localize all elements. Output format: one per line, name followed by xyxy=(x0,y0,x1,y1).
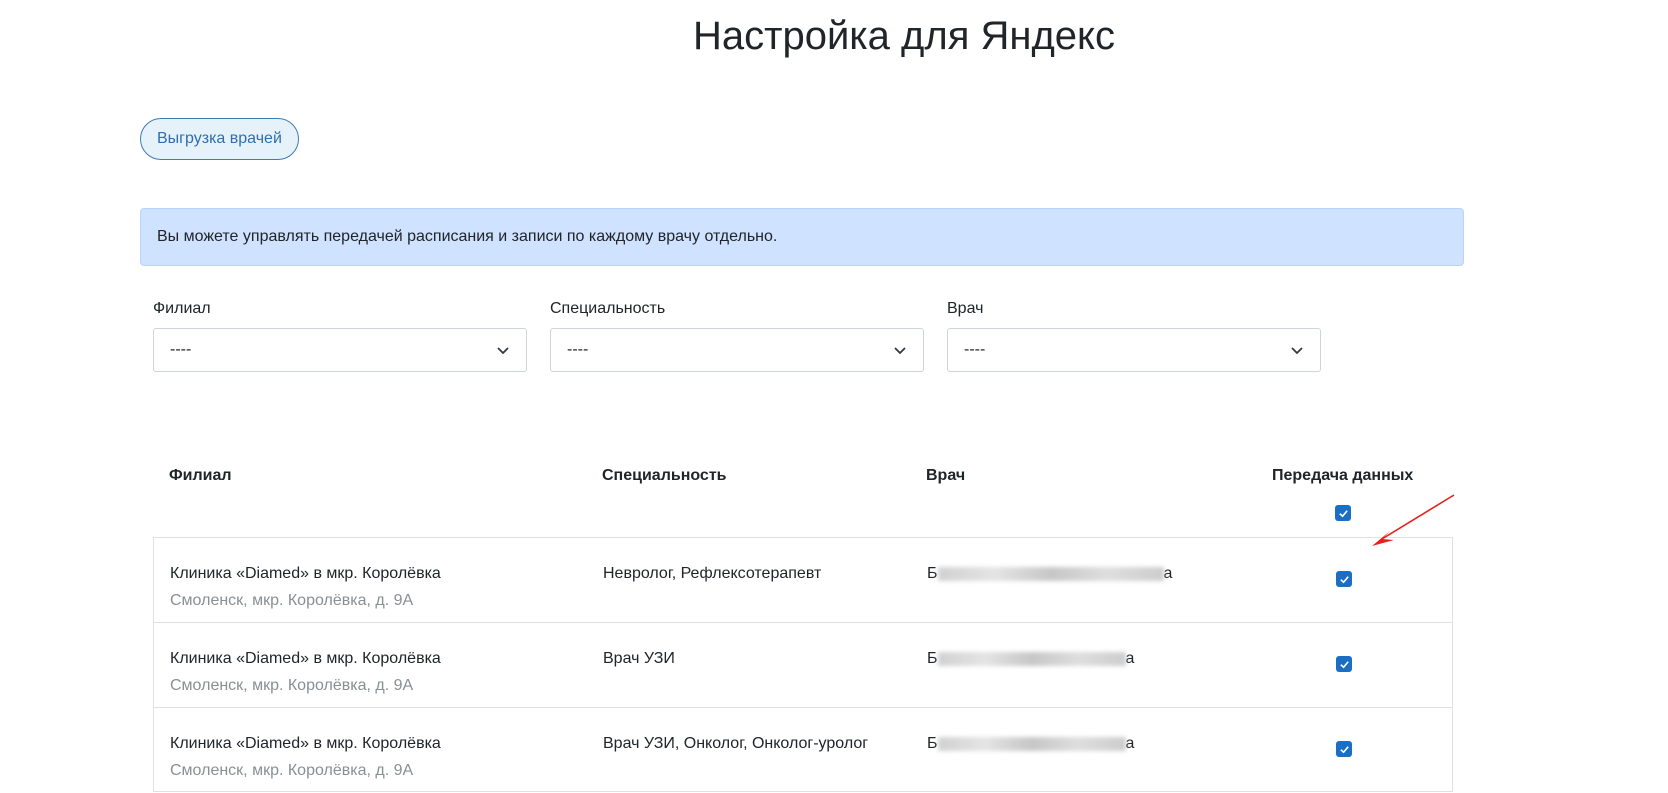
specialty-cell: Врач УЗИ xyxy=(603,650,675,667)
red-arrow-icon xyxy=(1372,494,1455,546)
check-icon xyxy=(1339,745,1349,753)
table-row: Клиника «Diamed» в мкр. Королёвка Смолен… xyxy=(153,707,1453,792)
filter-doctor: Врач ---- xyxy=(947,300,1321,372)
select-all-checkbox[interactable] xyxy=(1335,505,1351,521)
chevron-down-icon xyxy=(894,347,906,355)
data-transfer-checkbox[interactable] xyxy=(1336,656,1352,672)
specialty-cell: Врач УЗИ, Онколог, Онколог-уролог xyxy=(603,735,869,752)
doctor-name-start: Б xyxy=(927,650,938,667)
branch-address: Смоленск, мкр. Королёвка, д. 9А xyxy=(170,592,414,609)
table-header: Филиал Специальность Врач Передача данны… xyxy=(153,455,1453,537)
specialty-select-value: ---- xyxy=(567,341,589,358)
filter-specialty-label: Специальность xyxy=(550,300,666,317)
filter-branch: Филиал ---- xyxy=(153,300,527,372)
info-alert: Вы можете управлять передачей расписания… xyxy=(140,208,1464,266)
column-header-doctor: Врач xyxy=(926,467,966,484)
export-doctors-button[interactable]: Выгрузка врачей xyxy=(140,118,299,160)
data-transfer-checkbox[interactable] xyxy=(1336,741,1352,757)
branch-cell: Клиника «Diamed» в мкр. Королёвка Смолен… xyxy=(170,735,441,780)
branch-name: Клиника «Diamed» в мкр. Королёвка xyxy=(170,565,441,582)
branch-address: Смоленск, мкр. Королёвка, д. 9А xyxy=(170,677,414,694)
chevron-down-icon xyxy=(1291,347,1303,355)
doctor-name-end: а xyxy=(1125,650,1135,667)
branch-name: Клиника «Diamed» в мкр. Королёвка xyxy=(170,650,441,667)
data-transfer-checkbox[interactable] xyxy=(1336,571,1352,587)
branch-address: Смоленск, мкр. Королёвка, д. 9А xyxy=(170,762,414,779)
page-title: Настройка для Яндекс xyxy=(693,14,1115,58)
doctor-name-start: Б xyxy=(927,565,938,582)
branch-select[interactable]: ---- xyxy=(153,328,527,372)
doctor-select-value: ---- xyxy=(964,341,986,358)
filter-specialty: Специальность ---- xyxy=(550,300,924,372)
chevron-down-icon xyxy=(497,347,509,355)
doctor-name-end: а xyxy=(1125,735,1135,752)
doctor-name-end: а xyxy=(1163,565,1173,582)
doctors-table: Филиал Специальность Врач Передача данны… xyxy=(153,455,1453,792)
redacted-name xyxy=(937,651,1126,666)
branch-name: Клиника «Diamed» в мкр. Королёвка xyxy=(170,735,441,752)
doctor-cell: Ба xyxy=(927,565,1172,583)
doctor-cell: Ба xyxy=(927,735,1134,753)
check-icon xyxy=(1339,575,1349,583)
table-row: Клиника «Diamed» в мкр. Королёвка Смолен… xyxy=(153,622,1453,707)
branch-cell: Клиника «Diamed» в мкр. Королёвка Смолен… xyxy=(170,650,441,695)
redacted-name xyxy=(937,736,1126,751)
branch-select-value: ---- xyxy=(170,341,192,358)
specialty-cell: Невролог, Рефлексотерапевт xyxy=(603,565,822,582)
filter-doctor-label: Врач xyxy=(947,300,984,317)
filter-branch-label: Филиал xyxy=(153,300,211,317)
check-icon xyxy=(1338,509,1348,517)
branch-cell: Клиника «Diamed» в мкр. Королёвка Смолен… xyxy=(170,565,441,610)
column-header-specialty: Специальность xyxy=(602,467,727,484)
doctor-name-start: Б xyxy=(927,735,938,752)
column-header-branch: Филиал xyxy=(169,467,232,484)
table-row: Клиника «Diamed» в мкр. Королёвка Смолен… xyxy=(153,537,1453,622)
redacted-name xyxy=(937,566,1164,581)
doctor-select[interactable]: ---- xyxy=(947,328,1321,372)
check-icon xyxy=(1339,660,1349,668)
specialty-select[interactable]: ---- xyxy=(550,328,924,372)
doctor-cell: Ба xyxy=(927,650,1134,668)
column-header-transfer: Передача данных xyxy=(1272,467,1414,484)
